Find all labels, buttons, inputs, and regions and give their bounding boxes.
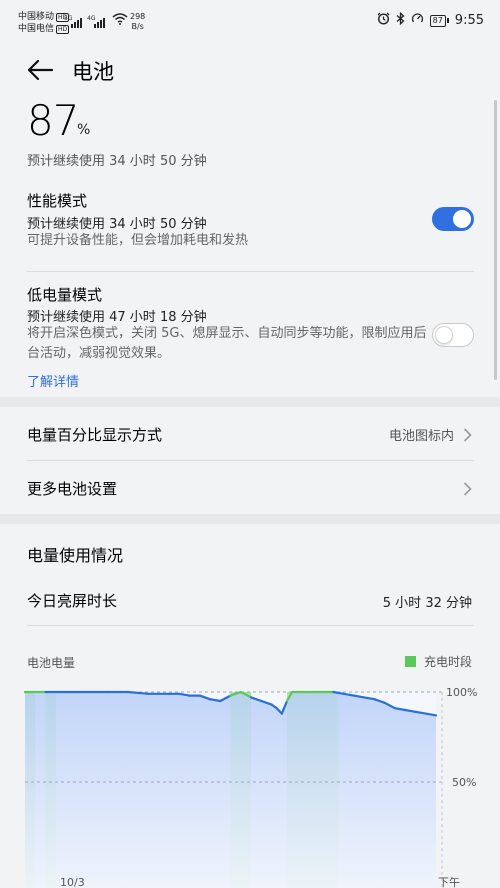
usage-section-title: 电量使用情况 (27, 546, 124, 565)
wifi-icon (112, 13, 128, 28)
more-battery-settings-row[interactable]: 更多电池设置 (0, 461, 500, 515)
legend-swatch-charging (404, 656, 416, 667)
screen-time-value: 5 小时 32 分钟 (382, 596, 472, 611)
chevron-right-icon (463, 481, 472, 496)
performance-mode-toggle[interactable] (432, 207, 474, 231)
do-not-disturb-icon (411, 12, 424, 29)
status-time: 9:55 (454, 13, 484, 28)
status-icons: 87 9:55 (377, 11, 484, 29)
app-header: 电池 (0, 44, 500, 98)
performance-mode-description: 可提升设备性能，但会增加耗电和发热 (27, 233, 249, 248)
performance-mode-estimate: 预计继续使用 34 小时 50 分钟 (27, 217, 207, 232)
page-title: 电池 (72, 60, 114, 84)
power-saving-mode-title: 低电量模式 (27, 286, 103, 304)
learn-more-link[interactable]: 了解详情 (27, 371, 79, 390)
percentage-display-value: 电池图标内 (388, 429, 454, 444)
x-tick-label: 10/3 (60, 876, 85, 888)
divider (27, 625, 474, 626)
battery-percentage: 87 (27, 96, 79, 145)
signal-indicators: 5G 4G (64, 13, 128, 28)
chevron-right-icon (463, 427, 472, 442)
toggle-knob (435, 326, 453, 344)
y-tick-label: 100% (446, 686, 477, 699)
divider (27, 271, 474, 272)
screen-time-label: 今日亮屏时长 (27, 592, 118, 610)
battery-percentage-unit: % (77, 122, 91, 138)
power-saving-mode-toggle[interactable] (432, 323, 474, 347)
percentage-display-label: 电量百分比显示方式 (27, 426, 163, 444)
alarm-icon (377, 12, 390, 29)
carrier-1: 中国移动 (18, 12, 55, 22)
power-saving-mode-estimate: 预计继续使用 47 小时 18 分钟 (27, 310, 207, 325)
chart-legend: 充电时段 (404, 653, 472, 670)
battery-status-icon: 87 (429, 14, 449, 27)
performance-mode-title: 性能模式 (27, 192, 88, 210)
signal-5g-icon: 5G (64, 15, 82, 28)
scrollbar[interactable] (494, 100, 497, 380)
back-arrow-icon[interactable] (26, 58, 54, 82)
section-separator (0, 397, 500, 407)
carrier-info: 中国移动 HD 中国电信 HD (18, 11, 70, 35)
percentage-display-row[interactable]: 电量百分比显示方式 电池图标内 (0, 407, 500, 461)
power-saving-mode-description: 将开启深色模式，关闭 5G、熄屏显示、自动同步等功能，限制应用后台活动，减弱视觉… (27, 326, 427, 361)
x-tick-label: 下午 (438, 876, 460, 888)
chart-title: 电池电量 (27, 656, 76, 670)
remaining-time: 预计继续使用 34 小时 50 分钟 (27, 154, 207, 169)
y-tick-label: 50% (452, 776, 476, 789)
toggle-knob (453, 210, 471, 228)
status-bar: 中国移动 HD 中国电信 HD 5G 4G 298 B/s 87 9:55 (0, 0, 500, 44)
bluetooth-icon (396, 11, 405, 29)
battery-level-chart: 100% 50% 10/3 下午 (23, 686, 477, 888)
network-speed: 298 B/s (130, 12, 146, 31)
more-battery-settings-label: 更多电池设置 (27, 480, 118, 498)
carrier-2: 中国电信 (18, 24, 55, 34)
battery-area (25, 692, 436, 888)
legend-label-charging: 充电时段 (423, 655, 472, 669)
section-separator (0, 514, 500, 524)
signal-4g-icon: 4G (87, 15, 105, 28)
